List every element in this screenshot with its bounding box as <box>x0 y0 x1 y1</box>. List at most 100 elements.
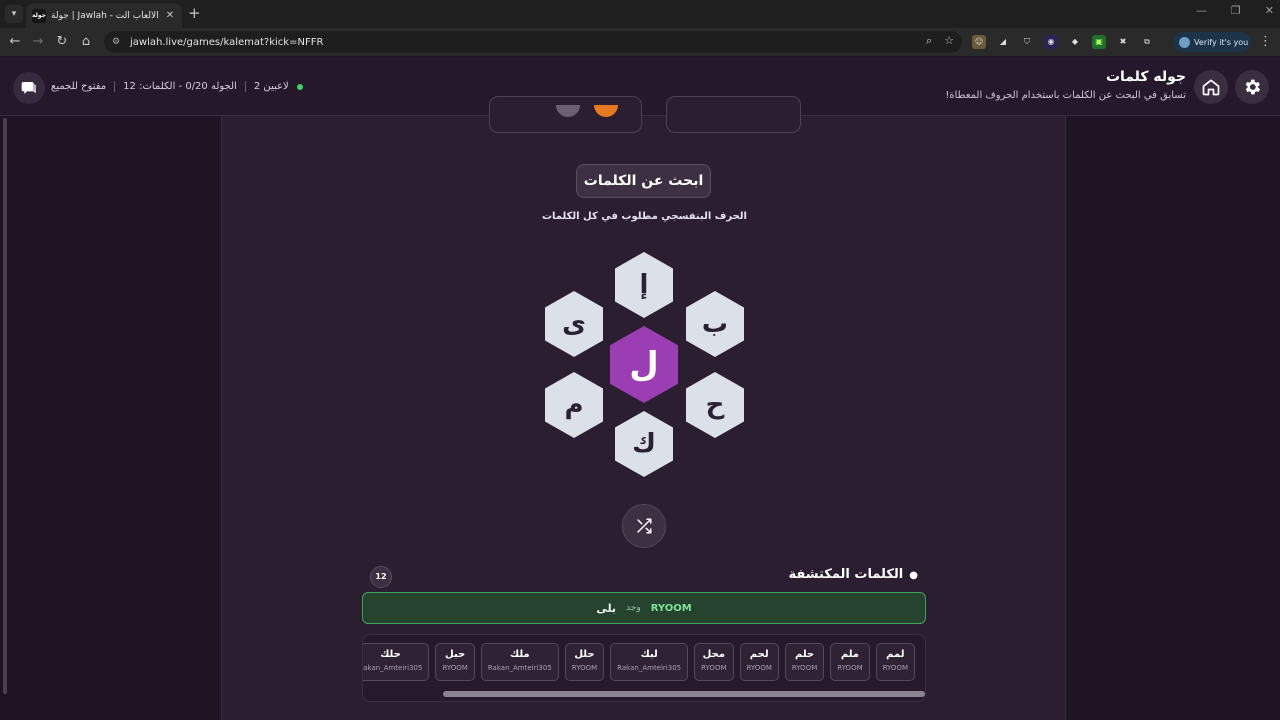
divider <box>114 81 116 92</box>
close-window-icon[interactable]: ✕ <box>1265 4 1274 17</box>
home-icon[interactable]: ⌂ <box>77 33 95 51</box>
extension-dark-icon[interactable]: ◢ <box>996 35 1010 49</box>
window-controls: — ❐ ✕ <box>1196 4 1274 17</box>
browser-tab-bar: ▾ جولة جولة | Jawlah - منصة الألعاب الت … <box>0 0 1280 28</box>
extensions-puzzle-icon[interactable]: ⧉ <box>1140 35 1154 49</box>
mute-speaker-icon[interactable]: ✖ <box>1116 35 1130 49</box>
reload-icon[interactable]: ↻ <box>53 33 71 51</box>
word-text: حلك <box>380 649 401 660</box>
word-card: ملك Rakan_Amteiri305 <box>480 643 559 681</box>
word-text: حبل <box>445 649 466 660</box>
home-button[interactable] <box>1194 70 1228 104</box>
address-url: jawlah.live/games/kalemat?kick=NFFR <box>130 36 324 48</box>
shuffle-button[interactable] <box>622 504 666 548</box>
browser-menu-icon[interactable]: ⋮ <box>1259 33 1272 51</box>
word-card: حلل RYOOM <box>564 643 605 681</box>
bullet-icon: ● <box>909 570 918 581</box>
word-text: لبك <box>640 649 658 660</box>
verify-profile-button[interactable]: Verify it's you <box>1173 32 1251 52</box>
page-subtitle: تسابق في البحث عن الكلمات باستخدام الحرو… <box>945 90 1186 101</box>
players-count: 2 لاعبين <box>253 81 289 92</box>
word-text: حلم <box>794 649 815 660</box>
settings-button[interactable] <box>1235 70 1269 104</box>
tab-close-icon[interactable]: ✕ <box>164 10 176 21</box>
extension-purple-icon[interactable]: ◉ <box>1044 35 1058 49</box>
new-tab-plus-icon[interactable]: + <box>188 4 201 22</box>
forward-arrow-icon[interactable]: → <box>29 33 47 51</box>
latest-find-player: RYOOM <box>650 602 692 614</box>
page-title: جوله كلمات <box>1105 69 1186 85</box>
home-icon <box>1202 79 1220 96</box>
word-player: RYOOM <box>791 664 818 672</box>
room-status: مفتوح للجميع الجوله 0/20 - الكلمات: 12 2… <box>51 81 303 92</box>
gear-icon <box>1245 79 1261 95</box>
player-card <box>489 96 642 133</box>
round-info: الجوله 0/20 - الكلمات: 12 <box>123 81 237 92</box>
word-text: ملك <box>510 649 530 660</box>
browser-toolbar: ← → ↻ ⌂ ⚙ jawlah.live/games/kalemat?kick… <box>0 28 1280 56</box>
found-words-label: الكلمات المكتشفة <box>788 567 904 582</box>
found-words-list[interactable]: لمم RYOOM ملم RYOOM حلم RYOOM لحم RYOOM محل R… <box>362 634 926 702</box>
extension-diamond-icon[interactable]: ◆ <box>1068 35 1082 49</box>
letter-tile-center[interactable]: ل <box>610 326 678 403</box>
word-card: لبك Rakan_Amteiri305 <box>610 643 689 681</box>
access-status: مفتوح للجميع <box>51 81 107 92</box>
letter-tile-top-right[interactable]: ب <box>686 291 744 357</box>
shuffle-icon <box>637 518 652 534</box>
tab-favicon: جولة <box>32 8 46 23</box>
word-player: RYOOM <box>701 664 727 672</box>
page-scrollbar[interactable] <box>3 118 7 694</box>
center-letter-hint: الحرف البنفسجي مطلوب في كل الكلمات <box>541 211 747 222</box>
latest-find-banner: RYOOM وجد بلى <box>362 592 926 624</box>
word-text: حلل <box>574 649 595 660</box>
letter-tile-bottom[interactable]: ك <box>615 411 673 477</box>
online-dot-icon <box>296 83 303 90</box>
latest-find-verb: وجد <box>626 603 641 613</box>
zoom-icon[interactable]: ⌕ <box>926 34 932 48</box>
player-avatar <box>556 105 580 117</box>
extension-avatar-icon[interactable]: ☺ <box>972 35 986 49</box>
letter-tile-top[interactable]: إ <box>615 252 673 318</box>
chat-button[interactable] <box>13 72 45 104</box>
letter-tile-bottom-left[interactable]: م <box>545 372 603 438</box>
extension-green-icon[interactable]: ▣ <box>1092 35 1106 49</box>
latest-find-word: بلى <box>596 601 617 615</box>
word-card: لمم RYOOM <box>875 643 915 681</box>
chat-bubble-icon <box>21 82 36 94</box>
word-text: ملم <box>840 649 859 660</box>
found-count-badge: 12 <box>370 566 392 588</box>
address-bar[interactable]: ⚙ jawlah.live/games/kalemat?kick=NFFR ⌕ … <box>104 31 962 53</box>
player-card <box>666 96 801 133</box>
game-heading: ابحث عن الكلمات <box>576 164 711 198</box>
game-panel: ابحث عن الكلمات الحرف البنفسجي مطلوب في … <box>221 96 1066 720</box>
word-card: حلم RYOOM <box>784 643 825 681</box>
divider <box>244 81 246 92</box>
word-card: حبل RYOOM <box>435 643 475 681</box>
player-avatar <box>594 105 618 117</box>
word-player: RYOOM <box>571 664 598 672</box>
browser-tab-active[interactable]: جولة جولة | Jawlah - منصة الألعاب الت ✕ <box>26 3 182 28</box>
word-player: RYOOM <box>746 664 772 672</box>
tab-title: جولة | Jawlah - منصة الألعاب الت <box>51 10 159 21</box>
words-scrollbar[interactable] <box>443 691 925 697</box>
word-card: لحم RYOOM <box>739 643 779 681</box>
extension-shield-icon[interactable]: ⛉ <box>1020 35 1034 49</box>
word-player: RYOOM <box>837 664 863 672</box>
letter-tile-bottom-right[interactable]: ح <box>686 372 744 438</box>
word-card: ملم RYOOM <box>830 643 870 681</box>
word-player: RYOOM <box>442 664 468 672</box>
back-arrow-icon[interactable]: ← <box>6 33 24 51</box>
tab-search-chevron-icon[interactable]: ▾ <box>5 5 23 23</box>
word-player: Rakan_Amteiri305 <box>362 664 423 672</box>
minimize-icon[interactable]: — <box>1196 4 1207 17</box>
verify-label: Verify it's you <box>1194 37 1249 47</box>
word-card: حلك Rakan_Amteiri305 <box>362 643 430 681</box>
word-player: Rakan_Amteiri305 <box>487 664 552 672</box>
bookmark-star-icon[interactable]: ☆ <box>944 34 954 48</box>
site-info-icon[interactable]: ⚙ <box>112 37 126 47</box>
restore-icon[interactable]: ❐ <box>1231 4 1241 17</box>
word-text: لحم <box>749 649 769 660</box>
word-card: محل RYOOM <box>694 643 734 681</box>
word-player: Rakan_Amteiri305 <box>617 664 682 672</box>
letter-tile-top-left[interactable]: ى <box>545 291 603 357</box>
